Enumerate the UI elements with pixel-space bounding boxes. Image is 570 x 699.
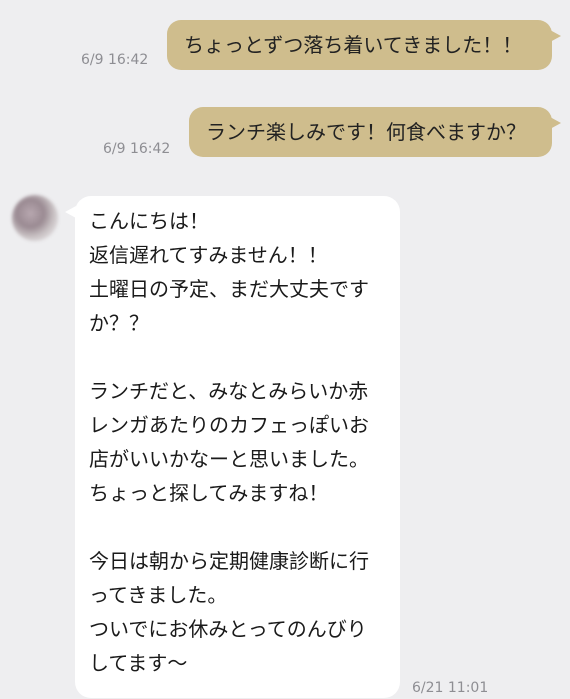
message-line: レンガあたりのカフェっぽいお	[89, 413, 369, 437]
message-line: 土曜日の予定、まだ大丈夫です	[89, 277, 369, 301]
message-line-blank	[89, 510, 386, 544]
message-line: か？？	[89, 311, 149, 335]
sent-message-bubble[interactable]: ランチ楽しみです！何食べますか？	[189, 107, 561, 157]
message-line-blank	[89, 340, 386, 374]
message-line: 今日は朝から定期健康診断に行	[89, 549, 369, 573]
message-line: こんにちは！	[89, 209, 209, 233]
sent-message-bubble[interactable]: ちょっとずつ落ち着いてきました！！	[167, 20, 561, 70]
message-line: 店がいいかなーと思いました。	[89, 447, 369, 471]
received-message-bubble[interactable]: こんにちは！ 返信遅れてすみません！！ 土曜日の予定、まだ大丈夫です か？？ ラ…	[65, 196, 400, 698]
message-line: ランチだと、みなとみらいか赤	[89, 379, 369, 403]
message-timestamp: 6/9 16:42	[103, 141, 171, 157]
message-line: ちょっと探してみますね！	[89, 481, 329, 505]
message-timestamp: 6/9 16:42	[81, 52, 149, 68]
message-text: ランチ楽しみです！何食べますか？	[206, 120, 526, 144]
message-line: ついでにお休みとってのんびり	[89, 617, 367, 641]
message-line: 返信遅れてすみません！！	[89, 243, 328, 267]
message-timestamp: 6/21 11:01	[412, 680, 489, 696]
sender-avatar[interactable]	[12, 195, 58, 241]
message-line: ってきました。	[89, 583, 228, 607]
message-line: してます〜	[89, 651, 188, 675]
message-text: ちょっとずつ落ち着いてきました！！	[184, 33, 523, 57]
